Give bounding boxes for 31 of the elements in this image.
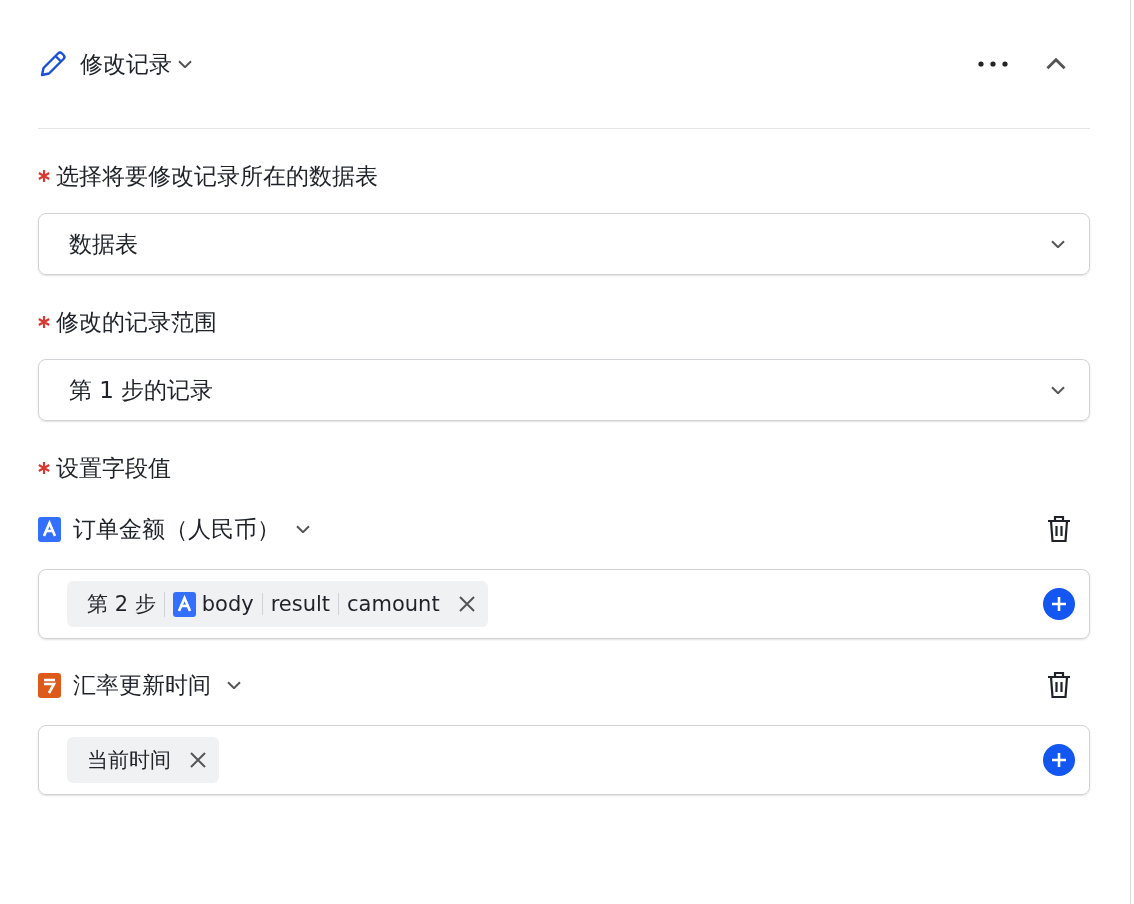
pencil-icon [38, 49, 68, 79]
delete-icon[interactable] [1046, 671, 1072, 699]
field-name: 订单金额（人民币） [73, 514, 280, 544]
remove-icon[interactable] [189, 751, 207, 769]
tag-text: 当前时间 [87, 749, 171, 771]
more-icon [978, 61, 1008, 67]
delete-icon[interactable] [1046, 515, 1072, 543]
field-label: 修改的记录范围 [56, 307, 217, 337]
select-value: 数据表 [69, 229, 138, 259]
select-field[interactable]: 数据表 [38, 213, 1090, 275]
remove-icon[interactable] [457, 595, 476, 613]
add-icon[interactable] [1043, 588, 1075, 620]
chevron-down-icon [1051, 385, 1065, 395]
collapse-icon [1046, 58, 1066, 70]
tag-text: body [201, 593, 254, 615]
value-field[interactable]: 第 2 步 body result camount [38, 569, 1090, 639]
field-label: 选择将要修改记录所在的数据表 [56, 161, 378, 191]
field-label: 设置字段值 [56, 453, 171, 483]
select-field[interactable]: 第 1 步的记录 [38, 359, 1090, 421]
value-field[interactable]: 当前时间 [38, 725, 1090, 795]
tag-text: result [270, 593, 331, 615]
field-name: 汇率更新时间 [73, 670, 211, 700]
chevron-down-icon [296, 524, 310, 534]
add-icon[interactable] [1043, 744, 1075, 776]
tag-text: 第 2 步 [87, 593, 156, 615]
step-title: 修改记录 [80, 49, 172, 79]
select-value: 第 1 步的记录 [69, 375, 214, 405]
chevron-down-icon [227, 680, 241, 690]
tag-text: camount [347, 593, 440, 615]
chevron-down-icon [178, 59, 192, 69]
chevron-down-icon [1051, 239, 1065, 249]
